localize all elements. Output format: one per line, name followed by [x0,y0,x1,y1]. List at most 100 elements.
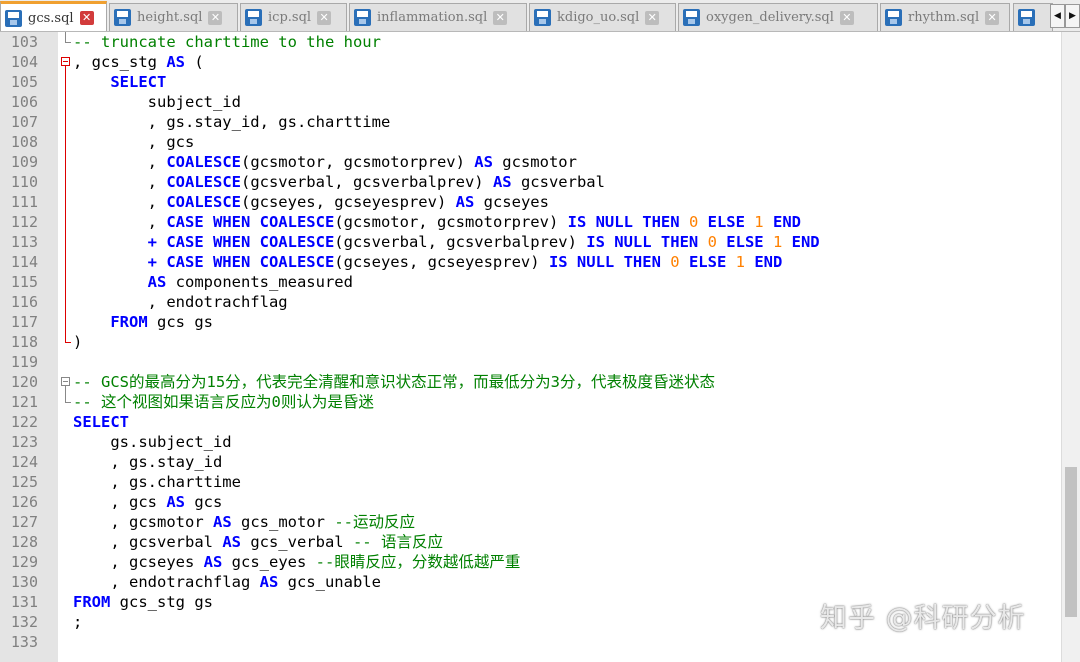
code-line: FROM gcs_stg gs [73,592,213,612]
keyword-token: AS [455,193,475,211]
tab-inflammation[interactable]: inflammation.sql ✕ [349,3,527,31]
code-token: (gcseyes, gcseyesprev) [334,253,549,271]
keyword-token: CASE WHEN COALESCE [166,213,335,231]
number-token: 1 [754,213,764,231]
line-number: 119 [10,353,38,371]
scrollbar-thumb[interactable] [1065,467,1077,617]
code-line: -- GCS的最高分为15分，代表完全清醒和意识状态正常，而最低分为3分，代表极… [73,372,715,392]
code-token: gcs gs [147,313,213,331]
fold-toggle-icon[interactable] [61,377,70,386]
code-line: , gcs_stg AS ( [73,52,204,72]
keyword-token: AS [492,173,512,191]
code-token: ; [73,613,83,631]
code-token: (gcseyes, gcseyesprev) [240,193,456,211]
close-tab-icon[interactable]: ✕ [493,10,508,25]
keyword-token: COALESCE [166,193,241,211]
code-token: gcs_unable [278,573,381,591]
code-token: , gs.stay_id [110,453,223,471]
line-number: 132 [10,613,38,631]
number-token: 0 [670,253,680,271]
keyword-token: END [772,213,801,231]
keyword-token: FROM [110,313,148,331]
code-line: gs.subject_id [73,432,231,452]
keyword-token: IS NULL THEN [567,213,680,231]
line-number: 128 [10,533,38,551]
tab-label: gcs.sql [28,10,74,26]
number-token: 1 [772,233,783,251]
code-token: (gcsverbal, gcsverbalprev) [334,233,587,251]
code-line: FROM gcs gs [73,312,213,332]
line-number: 120 [10,373,38,391]
close-tab-icon[interactable]: ✕ [317,10,332,25]
code-editor[interactable]: -- truncate charttime to the hour, gcs_s… [73,32,1058,662]
keyword-token: AS [203,553,223,571]
tab-rhythm[interactable]: rhythm.sql ✕ [880,3,1010,31]
close-tab-icon[interactable]: ✕ [208,10,223,25]
code-token: , gcs_stg [73,53,167,71]
tab-label: height.sql [137,10,203,25]
keyword-token: AS [166,493,185,511]
code-line: , CASE WHEN COALESCE(gcsmotor, gcsmotorp… [73,212,801,232]
fold-line [65,66,66,342]
tab-scroll-left-icon[interactable]: ◀ [1050,4,1065,28]
code-token: components_measured [166,273,353,291]
fold-end-marker [65,342,71,343]
code-token: , gcs [110,493,167,511]
vertical-scrollbar[interactable] [1061,32,1080,662]
watermark: 知乎 @科研分析 [820,603,1026,634]
tab-partial[interactable] [1013,3,1053,31]
tab-gcs[interactable]: gcs.sql ✕ [0,1,107,31]
close-tab-icon[interactable]: ✕ [79,11,94,25]
line-number: 130 [10,573,38,591]
tab-oxygen-delivery[interactable]: oxygen_delivery.sql ✕ [678,3,878,31]
code-line: , gcs [73,132,195,152]
keyword-token: END [754,253,783,271]
keyword-token: FROM [73,593,111,611]
tab-kdigo-uo[interactable]: kdigo_uo.sql ✕ [529,3,676,31]
close-tab-icon[interactable]: ✕ [985,10,1000,25]
close-tab-icon[interactable]: ✕ [645,10,660,25]
line-number: 127 [10,513,38,531]
keyword-token: + CASE WHEN COALESCE [147,233,335,251]
fold-toggle-icon[interactable] [61,57,70,66]
code-line: subject_id [73,92,241,112]
keyword-token: AS [474,153,493,171]
tab-height[interactable]: height.sql ✕ [109,3,238,31]
line-number: 122 [10,413,38,431]
code-token: , [147,213,167,231]
tab-scroll-right-icon[interactable]: ▶ [1065,4,1080,28]
code-line: + CASE WHEN COALESCE(gcseyes, gcseyespre… [73,252,783,272]
code-token: , gcs [147,133,195,151]
tab-bar: rhythm.sql ✕ oxygen_delivery.sql ✕ kdigo_uo.… [0,0,1080,32]
keyword-token: + CASE WHEN COALESCE [147,253,335,271]
keyword-token: SELECT [73,413,129,431]
number-token: 0 [707,233,717,251]
close-tab-icon[interactable]: ✕ [839,10,854,25]
keyword-token: ELSE [707,213,745,231]
floppy-disk-icon [114,9,131,26]
line-number: 124 [10,453,38,471]
keyword-token: AS [147,273,167,291]
line-number: 118 [10,333,38,351]
tab-icp[interactable]: icp.sql ✕ [240,3,347,31]
tab-label: inflammation.sql [377,10,488,25]
